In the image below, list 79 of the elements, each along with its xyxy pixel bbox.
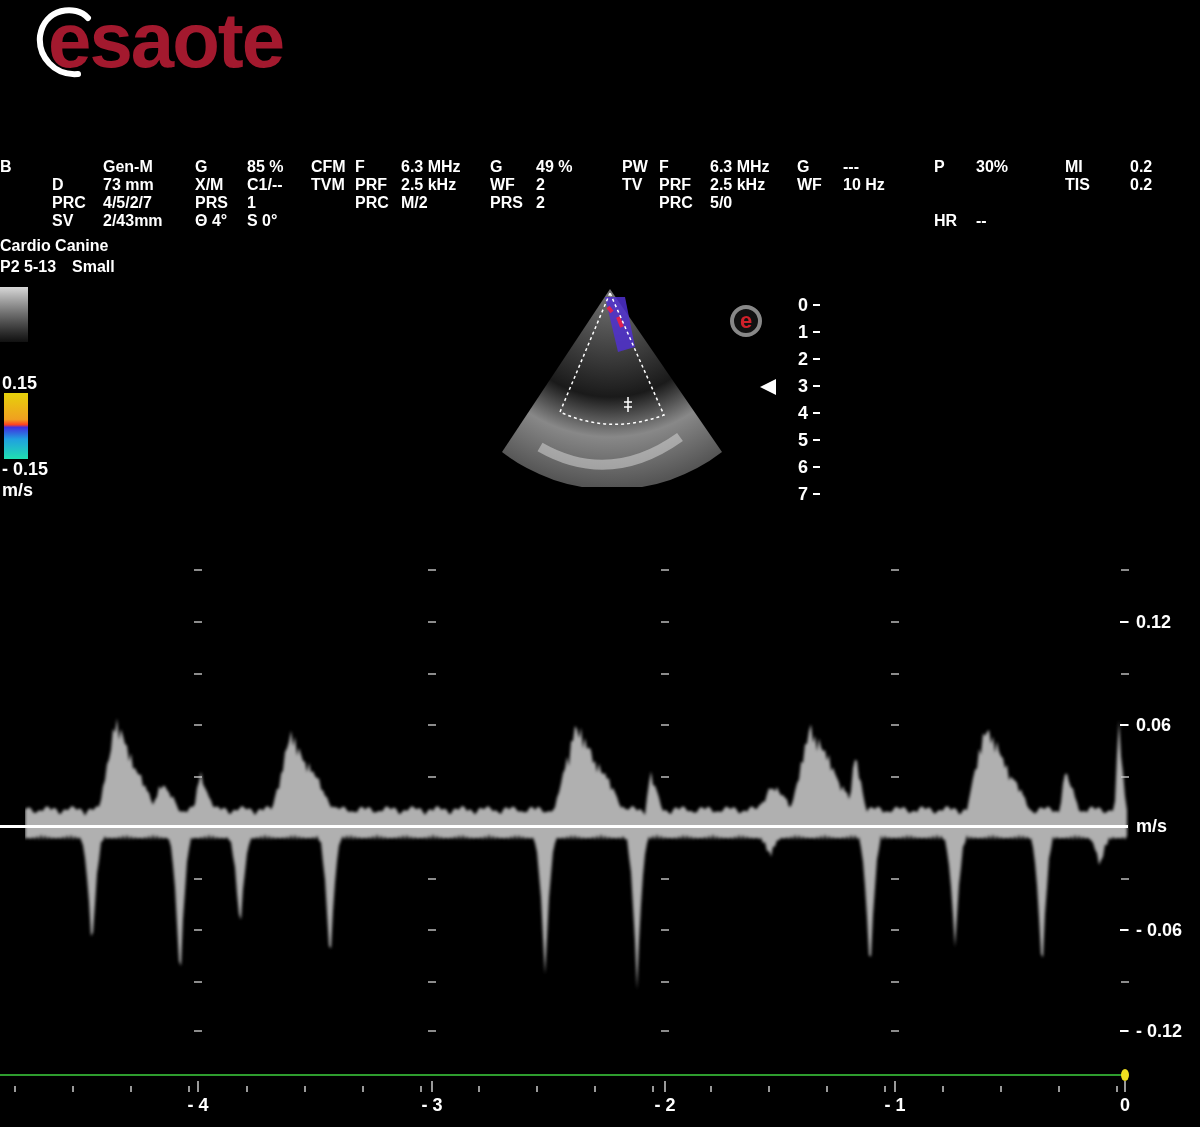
parameter-text: 73 mm xyxy=(103,176,155,194)
parameter-text: 0.2 xyxy=(1130,158,1154,176)
parameter-text: 0.2 xyxy=(1130,176,1154,194)
parameter-text: X/M xyxy=(195,176,225,194)
parameter-text: 49 % xyxy=(536,158,574,176)
parameter-text: 1 xyxy=(247,194,257,212)
velocity-min-label: - 0.15 xyxy=(1,459,50,479)
parameter-text: TIS xyxy=(1065,176,1091,194)
depth-label: 0 xyxy=(798,295,809,316)
parameter-text: SV xyxy=(52,212,75,230)
parameter-text: 85 % xyxy=(247,158,285,176)
parameter-text: 4/5/2/7 xyxy=(103,194,153,212)
logo-badge: e xyxy=(730,305,762,337)
parameter-text: -- xyxy=(976,212,988,230)
grayscale-bar xyxy=(0,287,28,342)
depth-label: 1 xyxy=(798,322,809,343)
probe-name: P2 5-13 xyxy=(0,257,57,277)
velocity-axis-label: m/s xyxy=(1136,816,1168,836)
parameter-text: M/2 xyxy=(401,194,429,212)
parameter-text: Θ 4° xyxy=(195,212,229,230)
parameter-text: G xyxy=(490,158,504,176)
time-axis-label: - 2 xyxy=(653,1095,677,1115)
depth-label: 5 xyxy=(798,429,809,450)
parameter-text: G xyxy=(195,158,209,176)
parameter-text: PRF xyxy=(355,176,388,194)
parameter-text: CFM xyxy=(311,158,347,176)
parameter-text: 2/43mm xyxy=(103,212,164,230)
parameter-text: B xyxy=(0,158,13,176)
parameter-text: PRC xyxy=(659,194,694,212)
color-velocity-bar xyxy=(4,393,28,459)
focus-marker-icon xyxy=(760,379,776,395)
parameter-text: PRC xyxy=(52,194,87,212)
parameter-text: F xyxy=(659,158,670,176)
cursor-marker-icon xyxy=(1121,1069,1129,1081)
parameter-text: P xyxy=(934,158,946,176)
parameter-text: 10 Hz xyxy=(843,176,886,194)
parameter-text: F xyxy=(355,158,366,176)
parameter-text: 2.5 kHz xyxy=(401,176,458,194)
parameter-text: WF xyxy=(490,176,516,194)
parameter-text: Gen-M xyxy=(103,158,154,176)
velocity-axis-label: - 0.06 xyxy=(1136,920,1183,940)
time-axis-label: - 1 xyxy=(883,1095,907,1115)
size-setting: Small xyxy=(72,257,115,277)
parameter-text: 5/0 xyxy=(710,194,734,212)
parameter-text: MI xyxy=(1065,158,1084,176)
parameter-text: 2.5 kHz xyxy=(710,176,767,194)
parameter-text: PRS xyxy=(490,194,524,212)
depth-label: 3 xyxy=(798,376,809,397)
parameter-text: --- xyxy=(843,158,860,176)
parameter-text: PRC xyxy=(355,194,390,212)
parameter-text: S 0° xyxy=(247,212,279,230)
depth-label: 6 xyxy=(798,456,809,477)
parameter-text: 6.3 MHz xyxy=(401,158,462,176)
depth-label: 7 xyxy=(798,483,809,504)
parameter-text: PW xyxy=(622,158,649,176)
parameter-text: 30% xyxy=(976,158,1010,176)
velocity-max-label: 0.15 xyxy=(1,373,39,393)
velocity-axis-label: 0.06 xyxy=(1136,715,1172,735)
velocity-axis-label: 0.12 xyxy=(1136,612,1172,632)
parameter-text: WF xyxy=(797,176,823,194)
parameter-text: G xyxy=(797,158,811,176)
parameter-text: D xyxy=(52,176,65,194)
parameter-text: PRS xyxy=(195,194,229,212)
parameter-text: 2 xyxy=(536,176,546,194)
parameter-text: HR xyxy=(934,212,959,230)
time-axis-label: - 3 xyxy=(420,1095,444,1115)
parameter-text: TV xyxy=(622,176,644,194)
velocity-unit-label: m/s xyxy=(1,479,35,501)
velocity-axis-label: - 0.12 xyxy=(1136,1021,1183,1041)
parameter-text: C1/-- xyxy=(247,176,284,194)
parameter-text: PRF xyxy=(659,176,692,194)
time-axis-label: 0 xyxy=(1119,1095,1131,1115)
parameter-text: 6.3 MHz xyxy=(710,158,771,176)
preset-name: Cardio Canine xyxy=(0,237,109,254)
parameter-text: 2 xyxy=(536,194,546,212)
parameter-text: TVM xyxy=(311,176,346,194)
depth-label: 4 xyxy=(798,402,809,423)
time-axis-label: - 4 xyxy=(186,1095,210,1115)
depth-label: 2 xyxy=(798,349,809,370)
